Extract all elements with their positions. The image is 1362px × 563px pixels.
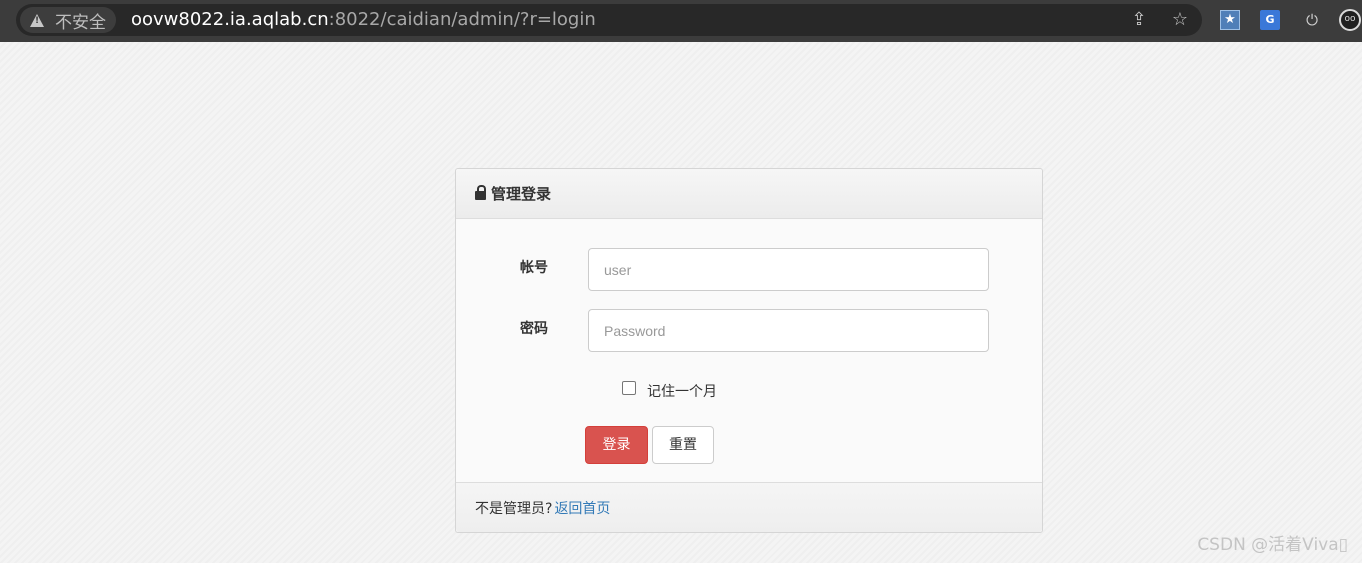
panel-title: 管理登录 [491,185,552,203]
footer-text: 不是管理员? [475,500,553,517]
lock-icon [475,185,486,200]
url-path: :8022/caidian/admin/?r=login [328,9,596,30]
security-chip[interactable]: 不安全 [20,7,116,33]
browser-toolbar: 不安全 oovw8022.ia.aqlab.cn:8022/caidian/ad… [0,0,1362,42]
share-icon[interactable]: ⇪ [1129,10,1149,30]
url-host: oovw8022.ia.aqlab.cn [131,9,329,30]
remember-label[interactable]: 记住一个月 [647,381,717,401]
url-text[interactable]: oovw8022.ia.aqlab.cn:8022/caidian/admin/… [131,9,596,31]
power-icon[interactable]: ⏻ [1302,10,1322,30]
star-icon[interactable]: ☆ [1170,10,1190,30]
password-label: 密码 [520,321,548,337]
account-input[interactable] [588,248,989,291]
remember-checkbox[interactable] [622,381,636,395]
login-button[interactable]: 登录 [585,426,648,464]
security-label: 不安全 [55,12,106,33]
home-link[interactable]: 返回首页 [554,498,610,518]
warning-icon [30,13,44,27]
account-label: 帐号 [520,260,548,276]
panel-heading: 管理登录 [456,169,1042,219]
watermark: CSDN @活着Viva▯ [1197,535,1348,555]
password-input[interactable] [588,309,989,352]
login-form: 帐号 密码 记住一个月 登录 重置 [456,219,1042,482]
reset-button[interactable]: 重置 [652,426,714,464]
panel-footer: 不是管理员? 返回首页 [456,482,1042,532]
remember-row: 记住一个月 [622,381,717,401]
page-background: 管理登录 帐号 密码 记住一个月 登录 重置 不是管理员? 返回首页 CSDN … [0,42,1362,563]
profile-icon[interactable]: oo [1339,9,1361,31]
translate-icon[interactable]: G [1260,10,1280,30]
login-panel: 管理登录 帐号 密码 记住一个月 登录 重置 不是管理员? 返回首页 [455,168,1043,533]
address-bar[interactable]: 不安全 oovw8022.ia.aqlab.cn:8022/caidian/ad… [16,4,1202,36]
extension-icon[interactable]: ★ [1220,10,1240,30]
